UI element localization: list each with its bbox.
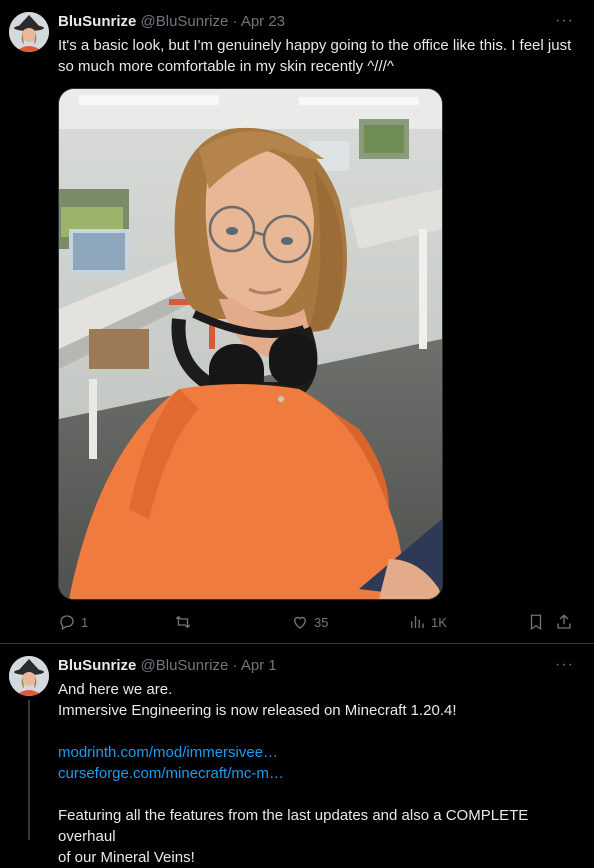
curseforge-link[interactable]: curseforge.com/minecraft/mc-m… (58, 763, 583, 784)
tweet-actions: 1 35 1K (58, 610, 578, 634)
tweet-text: It's a basic look, but I'm genuinely hap… (58, 35, 583, 77)
reply-button[interactable]: 1 (58, 610, 88, 634)
tweet-photo[interactable] (58, 88, 443, 600)
bookmark-button[interactable] (527, 610, 545, 634)
avatar[interactable] (9, 12, 49, 52)
views-count: 1K (431, 614, 447, 630)
author-name[interactable]: BluSunrize (58, 657, 136, 674)
tweet-date[interactable]: Apr 23 (241, 13, 285, 30)
reply-icon (60, 615, 74, 630)
avatar[interactable] (9, 656, 49, 696)
like-icon (294, 616, 306, 629)
share-icon (557, 614, 571, 629)
retweet-icon (175, 615, 191, 629)
tweet-post[interactable]: BluSunrize @BluSunrize · Apr 23 ··· It's… (0, 0, 594, 644)
views-button[interactable]: 1K (408, 610, 447, 634)
author-handle[interactable]: @BluSunrize (141, 657, 229, 674)
like-button[interactable]: 35 (291, 610, 328, 634)
tweet-header: BluSunrize @BluSunrize · Apr 23 (58, 12, 285, 32)
more-icon[interactable]: ··· (555, 12, 574, 30)
tweet-header: BluSunrize @BluSunrize · Apr 1 (58, 656, 277, 676)
tweet-text-line: It's a basic look, but I'm genuinely hap… (58, 37, 572, 54)
author-name[interactable]: BluSunrize (58, 13, 136, 30)
bookmark-icon (530, 614, 542, 631)
share-button[interactable] (555, 610, 573, 634)
views-icon (411, 616, 424, 628)
author-handle[interactable]: @BluSunrize (141, 13, 229, 30)
reply-count: 1 (81, 614, 89, 630)
separator: · (232, 13, 238, 30)
tweet-text-line: Featuring all the features from the last… (58, 807, 529, 845)
thread-line (28, 700, 30, 840)
tweet-post[interactable]: BluSunrize @BluSunrize · Apr 1 ··· And h… (0, 644, 594, 866)
tweet-date[interactable]: Apr 1 (241, 657, 277, 674)
modrinth-link[interactable]: modrinth.com/mod/immersivee… (58, 742, 583, 763)
retweet-button[interactable] (174, 610, 197, 634)
tweet-text-line: And here we are. (58, 681, 173, 698)
tweet-text-line: of our Mineral Veins! (58, 849, 195, 866)
like-count: 35 (314, 614, 329, 630)
tweet-text-line: so much more comfortable in my skin rece… (58, 58, 394, 75)
more-icon[interactable]: ··· (555, 656, 574, 674)
separator: · (232, 657, 238, 674)
tweet-text-line: Immersive Engineering is now released on… (58, 702, 457, 719)
